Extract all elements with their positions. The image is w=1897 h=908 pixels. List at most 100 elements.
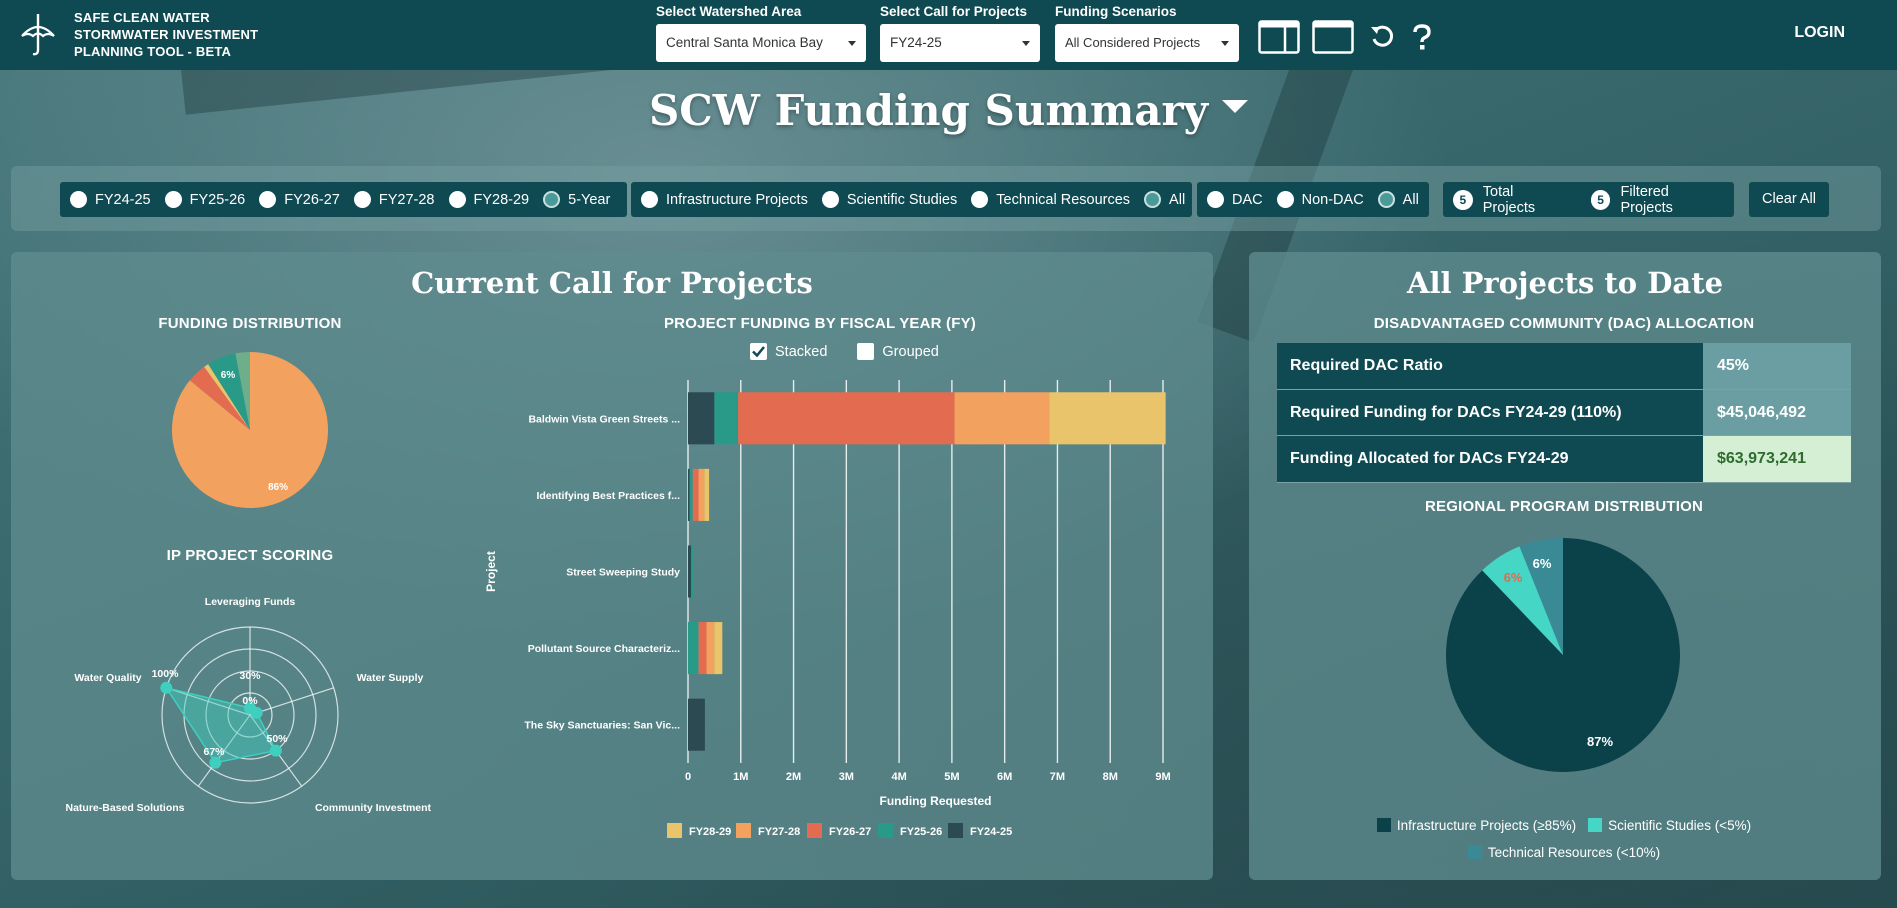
legend-label: FY28-29 (689, 826, 731, 838)
radio-dot (448, 191, 466, 208)
help-icon[interactable] (1412, 24, 1432, 50)
pie-label: 6% (1533, 556, 1552, 571)
app-title-line: SAFE CLEAN WATER (74, 10, 210, 25)
radio-label: FY27-28 (378, 191, 435, 208)
radar-axis-label: Community Investment (315, 802, 432, 814)
filtered-projects-label: Filtered Projects (1620, 183, 1673, 216)
radio-5-year[interactable]: 5-Year (543, 191, 610, 208)
radar-axis-line (249, 687, 334, 716)
legend-label: Infrastructure Projects (≥85%) (1396, 818, 1577, 833)
radio-infrastructure[interactable]: Infrastructure Projects (641, 191, 808, 208)
call-select[interactable]: FY24-25 (880, 24, 1040, 62)
split-layout-icon[interactable] (1258, 20, 1300, 54)
caret-down-icon[interactable] (1222, 99, 1249, 113)
radar-point (269, 744, 282, 757)
dac-row-label: Required Funding for DACs FY24-29 (110%) (1277, 389, 1703, 435)
legend-label: Technical Resources (<10%) (1487, 845, 1661, 860)
total-projects-count: 5 (1453, 189, 1473, 210)
legend-swatch (736, 823, 751, 838)
watershed-select-label: Select Watershed Area (656, 4, 802, 19)
radio-dac[interactable]: DAC (1207, 191, 1263, 208)
radio-fy27-28[interactable]: FY27-28 (353, 191, 435, 208)
scenario-select-group: Funding Scenarios All Considered Project… (1055, 4, 1239, 62)
bar-segment (691, 545, 694, 598)
radio-fy25-26[interactable]: FY25-26 (164, 191, 245, 208)
single-layout-icon[interactable] (1312, 20, 1354, 54)
watershed-select-group: Select Watershed Area Central Santa Moni… (656, 4, 866, 62)
radio-technical[interactable]: Technical Resources (971, 191, 1130, 208)
legend-swatch (1376, 818, 1391, 832)
legend-item: Scientific Studies (<5%) (1588, 812, 1751, 839)
regional-distribution-title: REGIONAL PROGRAM DISTRIBUTION (1424, 498, 1704, 515)
radio-scientific[interactable]: Scientific Studies (821, 191, 957, 208)
y-category-label: Baldwin Vista Green Streets ... (528, 413, 680, 425)
filter-bar: FY24-25 FY25-26 FY26-27 FY27-28 FY28-29 … (11, 166, 1881, 231)
bar-segment (706, 622, 715, 675)
stacked-label: Stacked (775, 343, 828, 360)
bar-segment (689, 468, 693, 521)
pie-label: 6% (221, 370, 236, 381)
bar-segment (714, 622, 723, 675)
radio-fy26-27[interactable]: FY26-27 (259, 191, 340, 208)
clear-all-button[interactable]: Clear All (1749, 182, 1829, 217)
radar-point (209, 756, 222, 769)
watershed-select[interactable]: Central Santa Monica Bay (656, 24, 866, 62)
radio-fy28-29[interactable]: FY28-29 (448, 191, 529, 208)
scenario-select[interactable]: All Considered Projects (1055, 24, 1239, 62)
y-category-label: The Sky Sanctuaries: San Vic... (524, 720, 680, 732)
x-tick-label: 5M (944, 771, 959, 783)
table-row: Required DAC Ratio 45% (1277, 343, 1851, 390)
radar-point-label: 50% (266, 733, 288, 745)
regional-distribution-pie: 87% 6% 6% (1446, 538, 1680, 772)
call-select-value: FY24-25 (890, 35, 942, 50)
x-tick-label: 0 (685, 771, 691, 783)
legend-swatch (948, 823, 963, 838)
radio-dot (971, 191, 989, 208)
radar-point (160, 681, 173, 694)
type-filter-group: Infrastructure Projects Scientific Studi… (631, 182, 1192, 217)
bar-segment (714, 392, 739, 445)
legend-label: FY25-26 (900, 826, 942, 838)
radio-dot (1276, 191, 1294, 208)
dac-row-label: Funding Allocated for DACs FY24-29 (1277, 436, 1703, 482)
y-category-label: Street Sweeping Study (566, 567, 680, 579)
legend-label: Scientific Studies (<5%) (1608, 818, 1752, 833)
legend-item: Technical Resources (<10%) (1467, 839, 1661, 866)
stacked-checkbox[interactable] (750, 343, 767, 360)
bar-segment (954, 392, 1050, 445)
legend-label: FY27-28 (758, 826, 800, 838)
call-select-group: Select Call for Projects FY24-25 (880, 4, 1040, 62)
radio-fy24-25[interactable]: FY24-25 (70, 191, 151, 208)
radio-dot-selected (1377, 191, 1395, 208)
dac-row-value: $45,046,492 (1703, 389, 1851, 435)
radar-point-label: 67% (203, 746, 225, 758)
page-title[interactable]: SCW Funding Summary (0, 86, 1897, 135)
grouped-checkbox[interactable] (857, 343, 875, 360)
x-axis-label: Funding Requested (880, 794, 992, 808)
funding-distribution-pie: 86% 6% (171, 352, 328, 508)
chevron-down-icon (848, 41, 856, 46)
radio-type-all[interactable]: All (1144, 191, 1185, 208)
current-call-title: Current Call for Projects (411, 266, 813, 300)
ip-scoring-title: IP PROJECT SCORING (166, 547, 334, 564)
radio-dac-all[interactable]: All (1377, 191, 1419, 208)
radio-dot-selected (543, 191, 561, 208)
radio-non-dac[interactable]: Non-DAC (1276, 191, 1364, 208)
radio-dot (353, 191, 371, 208)
radio-dot-selected (1144, 191, 1162, 208)
bar-segment (688, 698, 705, 751)
app-title-line: PLANNING TOOL - BETA (74, 44, 232, 59)
undo-icon[interactable] (1370, 24, 1396, 50)
dac-filter-group: DAC Non-DAC All (1197, 182, 1429, 217)
bar-segment (704, 468, 710, 521)
app-title-line: STORMWATER INVESTMENT (74, 27, 259, 42)
ip-scoring-radar: Leveraging Funds Water Supply Community In… (65, 596, 432, 814)
radio-label: Infrastructure Projects (666, 191, 808, 208)
table-row: Required Funding for DACs FY24-29 (110%)… (1277, 389, 1851, 436)
login-button[interactable]: LOGIN (1794, 24, 1845, 42)
radar-point-label: 30% (239, 670, 261, 682)
funding-distribution-title: FUNDING DISTRIBUTION (158, 315, 342, 332)
grouped-label: Grouped (882, 343, 939, 360)
y-category-label: Identifying Best Practices f... (536, 490, 680, 502)
check-icon (752, 346, 765, 358)
